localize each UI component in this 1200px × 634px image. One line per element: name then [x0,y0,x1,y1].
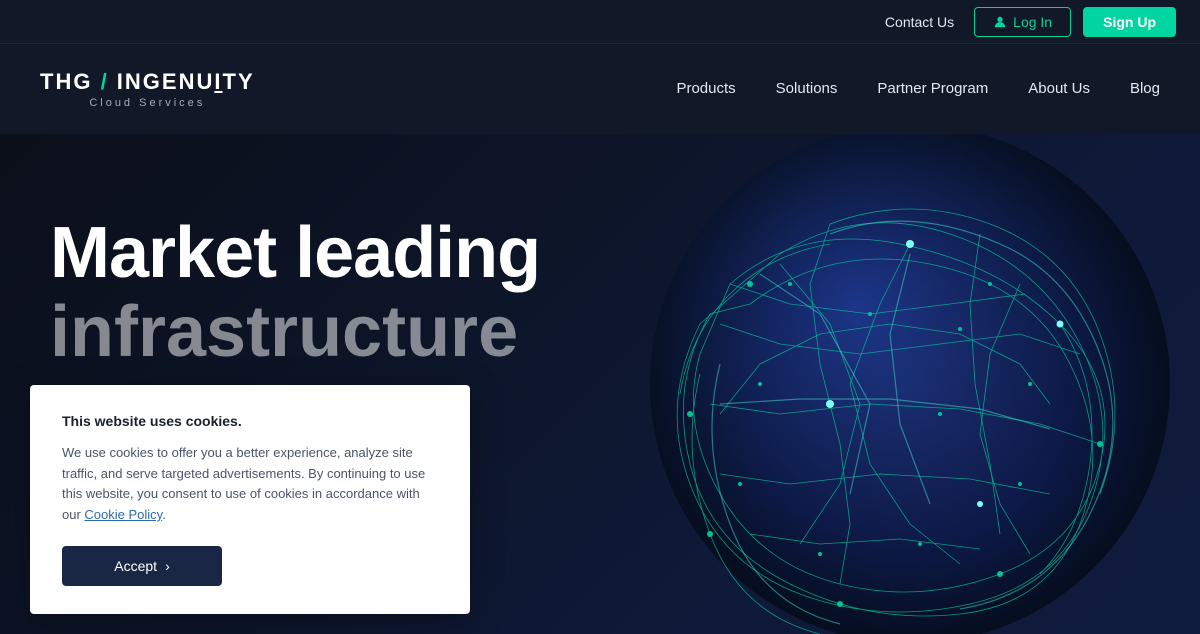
nav-item-blog[interactable]: Blog [1130,80,1160,98]
globe-svg [480,134,1200,634]
nav-links: Products Solutions Partner Program About… [676,80,1160,98]
signup-button[interactable]: Sign Up [1083,7,1176,37]
nav-item-about[interactable]: About Us [1028,80,1090,98]
accept-arrow-icon: › [165,558,170,574]
globe-visualization [480,134,1200,634]
cookie-title: This website uses cookies. [62,413,438,429]
hero-section: Market leading infrastructure This websi… [0,134,1200,634]
cookie-policy-link[interactable]: Cookie Policy [84,507,162,522]
cookie-body: We use cookies to offer you a better exp… [62,443,438,526]
logo: THG / INGENUITY Cloud Services [40,69,255,109]
hero-text: Market leading infrastructure [50,214,540,372]
main-navbar: THG / INGENUITY Cloud Services Products … [0,44,1200,134]
contact-link[interactable]: Contact Us [885,14,954,30]
hero-line1: Market leading [50,213,540,293]
hero-line2: infrastructure [50,292,518,372]
hero-headline: Market leading infrastructure [50,214,540,372]
logo-sub: Cloud Services [40,97,255,109]
nav-item-solutions[interactable]: Solutions [776,80,838,98]
top-bar: Contact Us Log In Sign Up [0,0,1200,44]
cookie-banner: This website uses cookies. We use cookie… [30,385,470,614]
user-icon [993,15,1007,29]
cookie-accept-button[interactable]: Accept › [62,546,222,586]
nav-item-partner[interactable]: Partner Program [877,80,988,98]
nav-item-products[interactable]: Products [676,80,735,98]
login-label: Log In [1013,14,1052,30]
logo-text: THG / INGENUITY [40,69,255,95]
login-button[interactable]: Log In [974,7,1071,37]
